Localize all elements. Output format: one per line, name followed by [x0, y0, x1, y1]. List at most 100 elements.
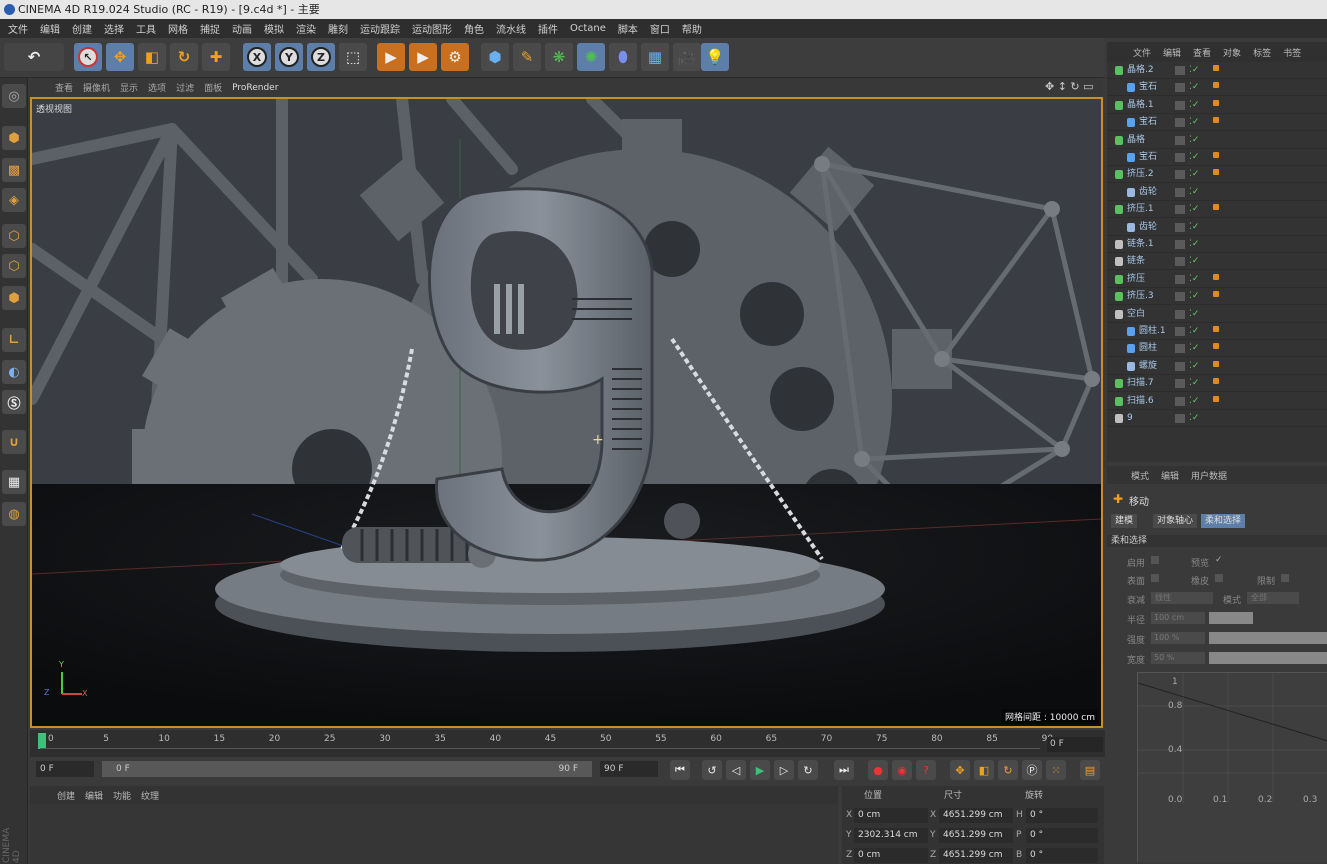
menu-item-3[interactable]: 选择 [98, 21, 130, 36]
layer-toggle[interactable] [1175, 222, 1185, 232]
menu-item-13[interactable]: 角色 [458, 21, 490, 36]
object-menu-item-1[interactable]: 编辑 [1157, 46, 1187, 59]
y-axis-lock-icon[interactable]: Y [275, 43, 303, 71]
layer-toggle[interactable] [1175, 344, 1185, 354]
mode-dropdown[interactable]: 全部 [1247, 592, 1299, 604]
next-key-icon[interactable]: ↻ [798, 760, 818, 780]
tag-icon[interactable] [1213, 99, 1219, 106]
tab-modeling[interactable]: 建模 [1111, 514, 1138, 528]
record-keys-icon[interactable]: ● [868, 760, 888, 780]
autokey-icon[interactable]: ◉ [892, 760, 912, 780]
visibility-check-icon[interactable]: ⁚✓ [1189, 132, 1199, 149]
visibility-check-icon[interactable]: ⁚✓ [1189, 288, 1199, 305]
layer-toggle[interactable] [1175, 379, 1185, 389]
visibility-check-icon[interactable]: ⁚✓ [1189, 323, 1199, 340]
object-menu-item-2[interactable]: 查看 [1187, 46, 1217, 59]
attribute-menu-item-0[interactable]: 模式 [1125, 469, 1155, 482]
visibility-check-icon[interactable]: ⁚✓ [1189, 253, 1199, 270]
object-row[interactable]: 扫描.6 ⁚✓ [1107, 393, 1327, 410]
layer-toggle[interactable] [1175, 135, 1185, 145]
x-axis-lock-icon[interactable]: X [243, 43, 271, 71]
z-axis-lock-icon[interactable]: Z [307, 43, 335, 71]
viewport-menu-item-5[interactable]: 面板 [199, 81, 227, 94]
object-name[interactable]: 宝石 [1139, 149, 1157, 166]
object-name[interactable]: 空白 [1127, 306, 1145, 323]
tag-icon[interactable] [1213, 395, 1219, 402]
menu-item-6[interactable]: 捕捉 [194, 21, 226, 36]
layer-toggle[interactable] [1175, 309, 1185, 319]
menu-item-2[interactable]: 创建 [66, 21, 98, 36]
mograph-cloner-icon[interactable]: ✺ [577, 43, 605, 71]
object-name[interactable]: 挤压.3 [1127, 288, 1154, 305]
lock-workplane-icon[interactable]: ▦ [2, 470, 26, 494]
layer-toggle[interactable] [1175, 83, 1185, 93]
magnet-icon[interactable]: ∪ [2, 430, 26, 454]
object-row[interactable]: 链条.1 ⁚✓ [1107, 236, 1327, 253]
keyframe-selection-icon[interactable]: ? [916, 760, 936, 780]
material-menu-item-1[interactable]: 编辑 [80, 789, 108, 802]
play-icon[interactable]: ▶ [750, 760, 770, 780]
timeline-end-field[interactable]: 0 F [1047, 737, 1103, 752]
object-menu-item-4[interactable]: 标签 [1247, 46, 1277, 59]
object-row[interactable]: 螺旋 ⁚✓ [1107, 358, 1327, 375]
size-field[interactable]: 4651.299 cm [939, 828, 1013, 843]
tag-icon[interactable] [1213, 378, 1219, 385]
layer-toggle[interactable] [1175, 66, 1185, 75]
tweak-mode-icon[interactable]: ◐ [2, 360, 26, 384]
visibility-check-icon[interactable]: ⁚✓ [1189, 166, 1199, 183]
object-name[interactable]: 圆柱 [1139, 340, 1157, 357]
tag-icon[interactable] [1213, 273, 1219, 280]
range-end-field[interactable]: 90 F [600, 761, 658, 777]
model-mode-icon[interactable]: ⬢ [2, 126, 26, 150]
object-row[interactable]: 圆柱 ⁚✓ [1107, 340, 1327, 358]
object-row[interactable]: 空白 ⁚✓ [1107, 306, 1327, 323]
visibility-check-icon[interactable]: ⁚✓ [1189, 62, 1199, 79]
object-menu-item-3[interactable]: 对象 [1217, 46, 1247, 59]
menu-item-8[interactable]: 模拟 [258, 21, 290, 36]
falloff-dropdown[interactable]: 线性 [1151, 592, 1213, 604]
viewport-menu-item-4[interactable]: 过滤 [171, 81, 199, 94]
material-menu-item-2[interactable]: 功能 [108, 789, 136, 802]
menu-item-7[interactable]: 动画 [226, 21, 258, 36]
tag-icon[interactable] [1213, 360, 1219, 367]
position-field[interactable]: 0 cm [854, 808, 928, 823]
render-settings-icon[interactable]: ⚙ [441, 43, 469, 71]
tab-soft-selection[interactable]: 柔和选择 [1201, 514, 1246, 528]
menu-item-5[interactable]: 网格 [162, 21, 194, 36]
object-menu-item-0[interactable]: 文件 [1127, 46, 1157, 59]
falloff-graph[interactable]: 1 0.8 0.4 0.0 0.1 0.2 0.3 [1137, 672, 1327, 862]
coordinate-system-icon[interactable]: ⬚ [339, 43, 367, 71]
undo-button[interactable]: ↶ [4, 43, 64, 71]
menu-item-17[interactable]: 脚本 [612, 21, 644, 36]
go-to-start-icon[interactable]: ⏮ [670, 760, 690, 780]
radius-slider[interactable] [1209, 612, 1253, 624]
viewport-menu-item-6[interactable]: ProRender [227, 83, 283, 93]
tag-icon[interactable] [1213, 343, 1219, 350]
object-row[interactable]: 9 ⁚✓ [1107, 410, 1327, 427]
layer-toggle[interactable] [1175, 274, 1185, 284]
viewport-menu-item-1[interactable]: 摄像机 [78, 81, 115, 94]
attribute-menu-item-1[interactable]: 编辑 [1155, 469, 1185, 482]
object-name[interactable]: 晶格.2 [1127, 62, 1154, 79]
move-tool-icon[interactable]: ✥ [106, 43, 134, 71]
viewport-menu-item-2[interactable]: 显示 [115, 81, 143, 94]
tag-icon[interactable] [1213, 65, 1219, 71]
width-slider[interactable] [1209, 652, 1327, 664]
object-name[interactable]: 齿轮 [1139, 184, 1157, 201]
transform-tool-icon[interactable]: ✚ [202, 43, 230, 71]
size-field[interactable]: 4651.299 cm [939, 848, 1013, 863]
sculpt-icon[interactable]: ◍ [2, 502, 26, 526]
size-field[interactable]: 4651.299 cm [939, 808, 1013, 823]
layer-toggle[interactable] [1175, 396, 1185, 406]
tag-icon[interactable] [1213, 291, 1219, 298]
viewport-nav-icons[interactable]: ✥ ↕ ↻ ▭ [1045, 80, 1094, 93]
scale-tool-icon[interactable]: ◧ [138, 43, 166, 71]
visibility-check-icon[interactable]: ⁚✓ [1189, 306, 1199, 323]
timeline-window-icon[interactable]: ▤ [1080, 760, 1100, 780]
menu-item-11[interactable]: 运动跟踪 [354, 21, 406, 36]
menu-item-14[interactable]: 流水线 [490, 21, 532, 36]
object-row[interactable]: 链条 ⁚✓ [1107, 253, 1327, 271]
tag-icon[interactable] [1213, 169, 1219, 176]
object-row[interactable]: 晶格.1 ⁚✓ [1107, 97, 1327, 114]
viewport-menu-item-3[interactable]: 选项 [143, 81, 171, 94]
